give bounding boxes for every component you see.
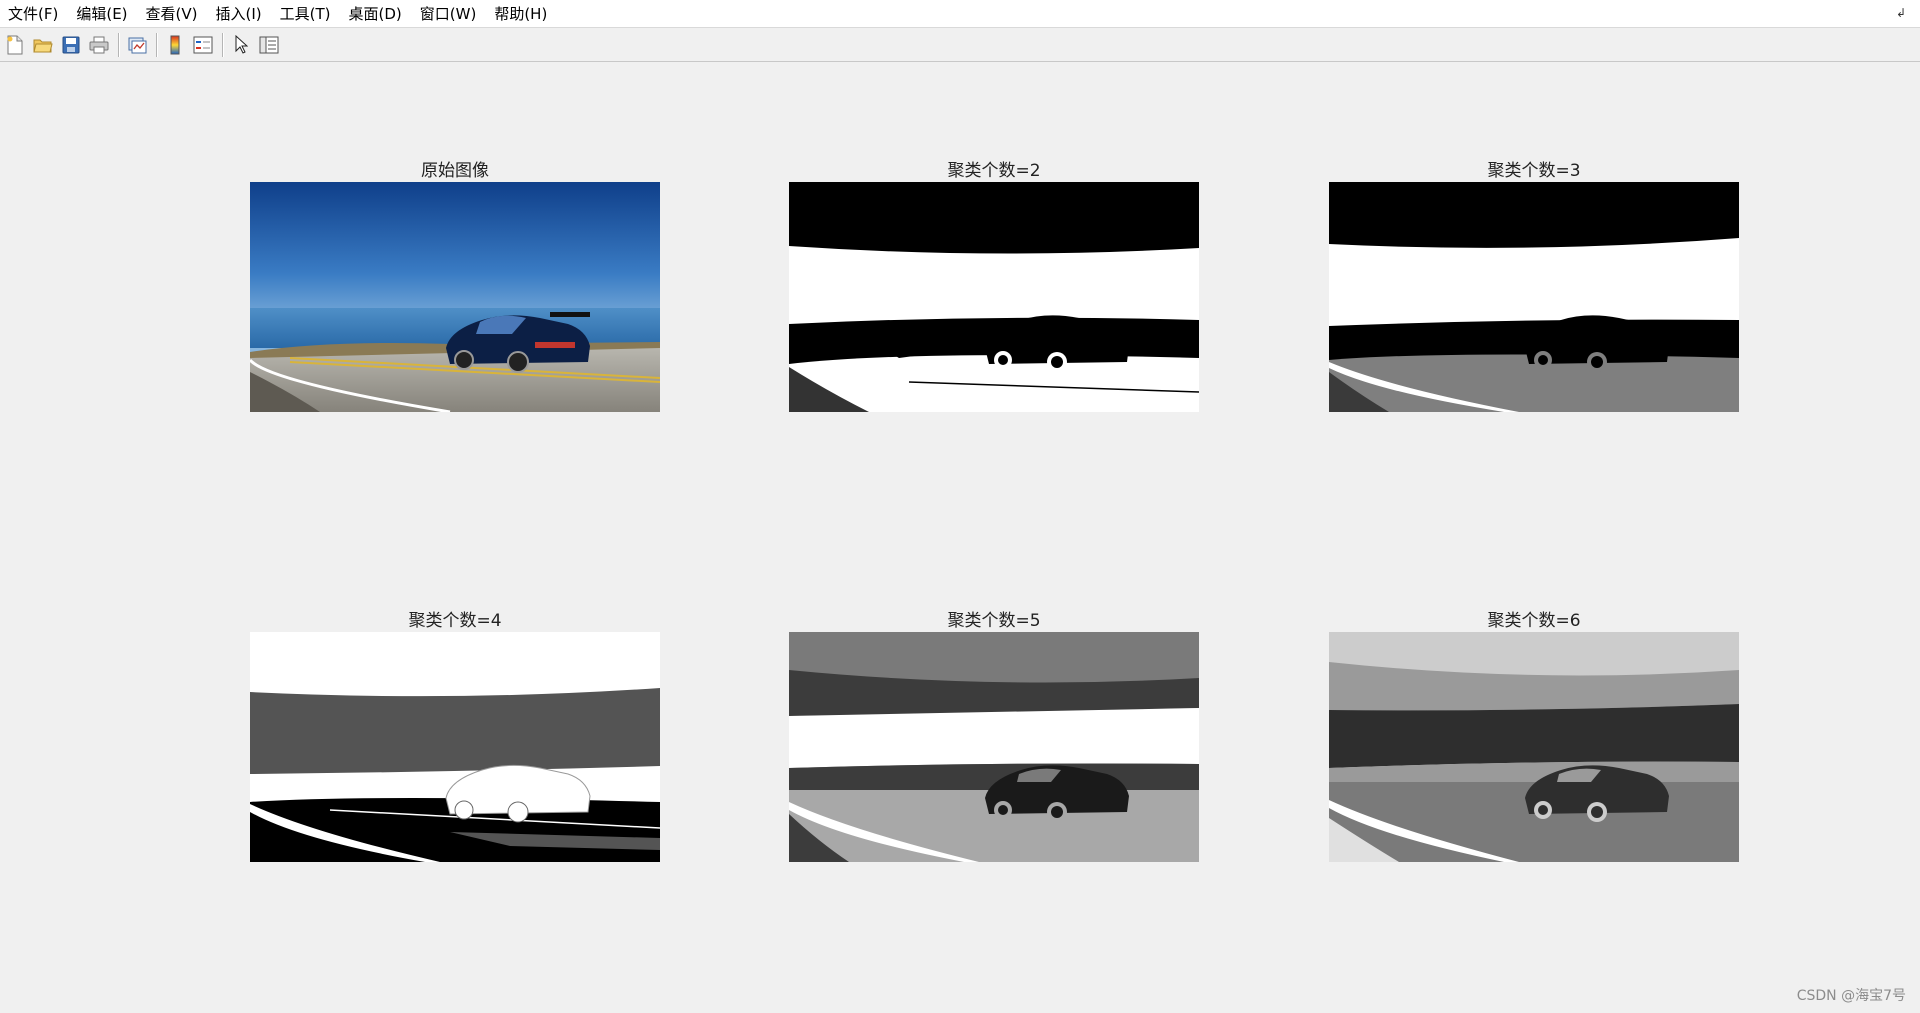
- figure-window: 文件(F) 编辑(E) 查看(V) 插入(I) 工具(T) 桌面(D) 窗口(W…: [0, 0, 1920, 1013]
- subplot-title: 聚类个数=4: [408, 611, 502, 631]
- menu-desktop[interactable]: 桌面(D): [340, 0, 411, 28]
- new-figure-icon[interactable]: [3, 33, 27, 57]
- cluster-4-image: [250, 632, 660, 862]
- subplot-title: 原始图像: [421, 161, 489, 181]
- menu-bar: 文件(F) 编辑(E) 查看(V) 插入(I) 工具(T) 桌面(D) 窗口(W…: [0, 0, 1920, 28]
- edit-plot-pointer-icon[interactable]: [229, 33, 253, 57]
- save-icon[interactable]: [59, 33, 83, 57]
- subplot-title: 聚类个数=6: [1487, 611, 1581, 631]
- toolbar-separator: [156, 33, 157, 57]
- legend-icon[interactable]: [191, 33, 215, 57]
- property-inspector-icon[interactable]: [257, 33, 281, 57]
- cluster-6-image: [1329, 632, 1739, 862]
- subplot-title: 聚类个数=3: [1487, 161, 1581, 181]
- cluster-5-image: [789, 632, 1199, 862]
- figure-toolbar: [0, 29, 1920, 62]
- colorbar-icon[interactable]: [163, 33, 187, 57]
- menu-edit[interactable]: 编辑(E): [67, 0, 136, 28]
- menu-file[interactable]: 文件(F): [0, 0, 67, 28]
- original-car-image: [250, 182, 660, 412]
- menu-view[interactable]: 查看(V): [137, 0, 207, 28]
- open-file-icon[interactable]: [31, 33, 55, 57]
- toolbar-separator: [118, 33, 119, 57]
- toolbar-separator: [222, 33, 223, 57]
- menu-tools[interactable]: 工具(T): [271, 0, 340, 28]
- cluster-3-image: [1329, 182, 1739, 412]
- subplot-title: 聚类个数=2: [947, 161, 1041, 181]
- print-icon[interactable]: [87, 33, 111, 57]
- menu-window[interactable]: 窗口(W): [411, 0, 486, 28]
- cluster-2-image: [789, 182, 1199, 412]
- link-plot-icon[interactable]: [125, 33, 149, 57]
- menu-insert[interactable]: 插入(I): [207, 0, 271, 28]
- watermark: CSDN @海宝7号: [1796, 988, 1906, 1004]
- undock-arrow-icon[interactable]: ↲: [1896, 6, 1908, 20]
- menu-help[interactable]: 帮助(H): [485, 0, 556, 28]
- subplot-title: 聚类个数=5: [947, 611, 1041, 631]
